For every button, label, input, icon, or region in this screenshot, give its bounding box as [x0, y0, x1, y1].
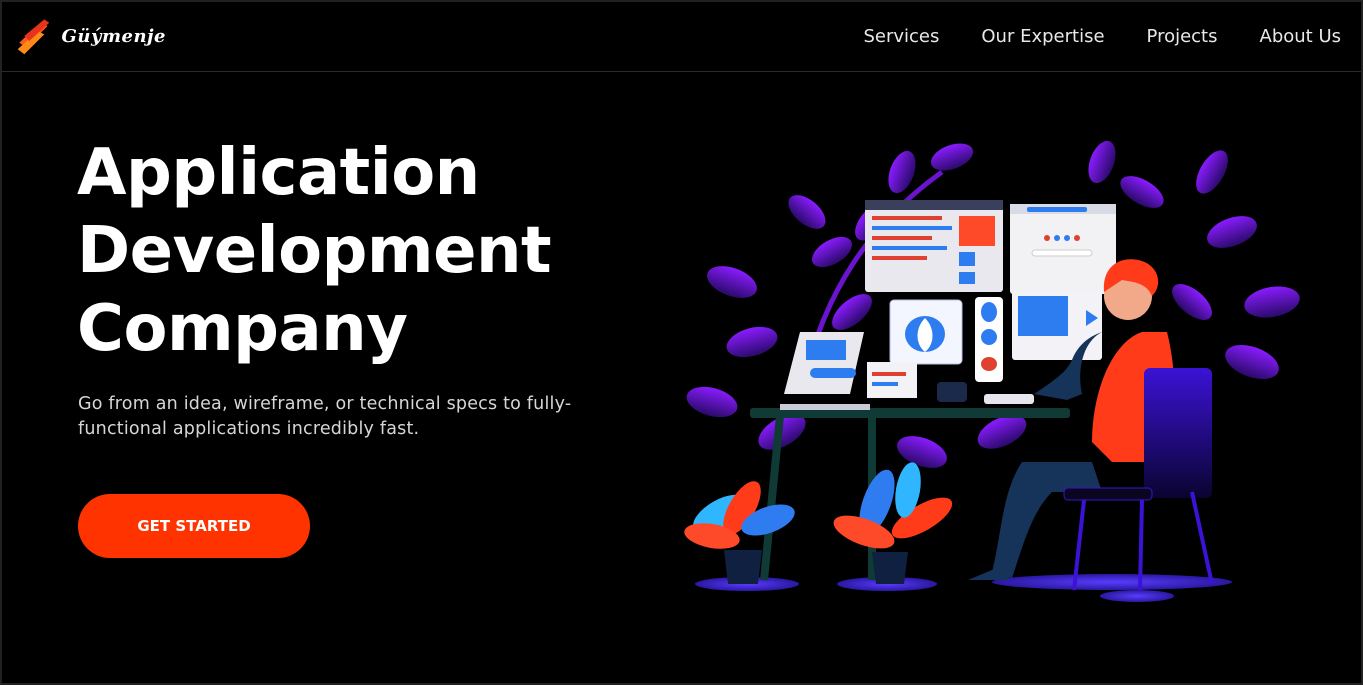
brand-logo[interactable]: Güýmenje [16, 12, 166, 60]
brush-stroke-logo-icon [17, 19, 50, 55]
nav-link-about-us[interactable]: About Us [1260, 26, 1342, 47]
hero-title: Application Development Company [77, 134, 552, 368]
nav-link-our-expertise[interactable]: Our Expertise [981, 26, 1104, 47]
nav-link-projects[interactable]: Projects [1147, 26, 1218, 47]
hero-subtitle: Go from an idea, wireframe, or technical… [78, 394, 572, 439]
developer-at-desk-illustration [684, 140, 1300, 602]
nav-link-services[interactable]: Services [863, 26, 939, 47]
top-nav: Güýmenje Services Our Expertise Projects… [2, 2, 1361, 72]
hero-title-line: Application [77, 136, 480, 210]
plants [684, 462, 953, 584]
get-started-button[interactable]: GET STARTED [78, 494, 310, 558]
brand-name: Güýmenje [61, 25, 166, 47]
hero-title-line: Company [77, 292, 408, 366]
floor-shadows [695, 574, 1232, 602]
hero-title-line: Development [77, 214, 552, 288]
main-menu: Services Our Expertise Projects About Us [863, 26, 1341, 47]
